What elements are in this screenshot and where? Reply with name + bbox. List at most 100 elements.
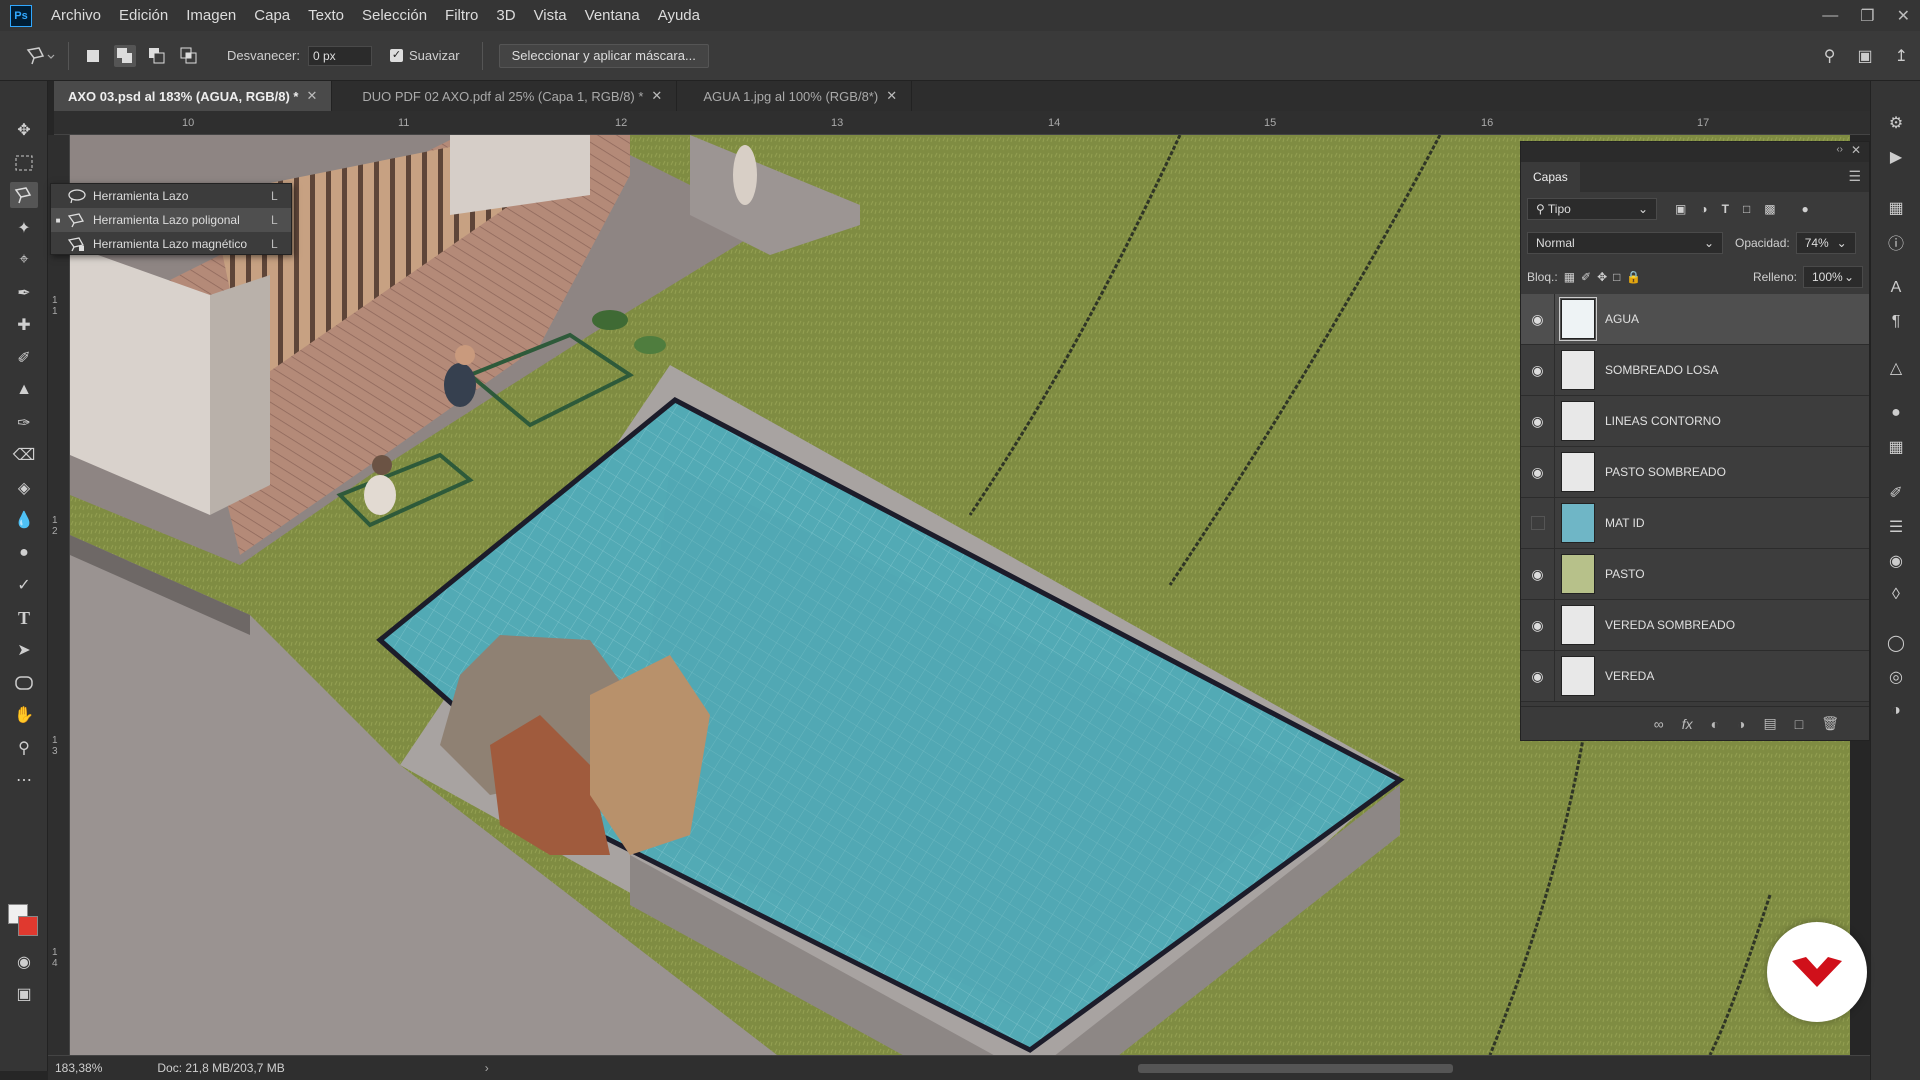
panel-menu-icon[interactable]: ☰ [1848,168,1861,185]
minimize-icon[interactable]: — [1822,7,1838,25]
close-tab-icon[interactable]: ✕ [651,88,662,104]
layer-row[interactable]: ◉ VEREDA SOMBREADO [1521,599,1869,651]
link-layers-icon[interactable]: ∞ [1654,716,1664,732]
properties-icon[interactable]: ▦ [1884,196,1908,220]
swatches-icon[interactable]: ▦ [1884,435,1908,459]
layer-row[interactable]: ◉ PASTO [1521,548,1869,600]
adjustments-icon[interactable]: ☰ [1884,515,1908,539]
visibility-eye-icon[interactable]: ◉ [1521,344,1555,396]
blur-icon[interactable]: 💧 [10,507,38,533]
new-selection-icon[interactable] [82,45,104,67]
tab-duo-pdf[interactable]: DUO PDF 02 AXO.pdf al 25% (Capa 1, RGB/8… [332,81,678,111]
add-selection-icon[interactable] [114,44,136,67]
menu-capa[interactable]: Capa [245,7,299,24]
layer-row[interactable]: ◉ AGUA [1521,294,1869,345]
polygonal-lasso-icon[interactable] [10,182,38,208]
healing-brush-icon[interactable]: ✚ [10,312,38,338]
filter-adjustment-icon[interactable]: ◑ [1700,202,1707,216]
horizontal-scrollbar[interactable] [1138,1064,1453,1073]
marquee-icon[interactable] [10,150,38,176]
close-panel-icon[interactable]: ✕ [1851,143,1861,157]
flyout-polygonal-lasso[interactable]: ■ Herramienta Lazo poligonal L [51,208,291,232]
lock-image-icon[interactable]: ✐ [1581,270,1591,284]
info-icon[interactable]: ⓘ [1884,230,1908,254]
select-and-mask-button[interactable]: Seleccionar y aplicar máscara... [498,43,709,68]
lock-transparent-icon[interactable]: ▦ [1564,270,1575,284]
lock-position-icon[interactable]: ✥ [1597,270,1607,284]
tab-agua1[interactable]: AGUA 1.jpg al 100% (RGB/8*) ✕ [677,81,913,111]
pen-icon[interactable]: ✓ [10,572,38,598]
eyedropper-icon[interactable]: ✒ [10,280,38,306]
layer-row[interactable]: ◉ VEREDA [1521,650,1869,702]
visibility-eye-icon[interactable]: ◉ [1521,395,1555,447]
subtract-selection-icon[interactable] [146,45,168,67]
flyout-lasso[interactable]: Herramienta Lazo L [51,184,291,208]
character-icon[interactable]: A [1884,276,1908,300]
screen-mode-icon[interactable]: ▣ [10,981,38,1007]
hand-icon[interactable]: ✋ [10,702,38,728]
path-selection-icon[interactable]: ➤ [10,637,38,663]
menu-ventana[interactable]: Ventana [576,7,649,24]
layer-row[interactable]: ◉ LINEAS CONTORNO [1521,395,1869,447]
channels-icon[interactable]: ◉ [1884,549,1908,573]
styles-icon[interactable]: ◑ [1884,699,1908,723]
visibility-eye-icon[interactable]: ◉ [1521,294,1555,345]
brushes-icon[interactable]: ✐ [1884,481,1908,505]
fx-icon[interactable]: fx [1682,716,1693,732]
filter-pixel-icon[interactable]: ▣ [1675,202,1686,216]
background-color-swatch[interactable] [18,916,38,936]
dodge-icon[interactable]: ● [10,540,38,566]
visibility-eye-icon[interactable]: ◉ [1521,446,1555,498]
paragraph-icon[interactable]: ¶ [1884,310,1908,334]
magic-wand-icon[interactable]: ✦ [10,215,38,241]
visibility-eye-icon[interactable]: ◉ [1521,599,1555,651]
layer-row[interactable]: ◉ PASTO SOMBREADO [1521,446,1869,498]
zoom-icon[interactable]: ⚲ [10,735,38,761]
filter-kind-dropdown[interactable]: ⚲ Tipo ⌄ [1527,198,1657,220]
visibility-eye-icon[interactable]: ◉ [1521,548,1555,600]
3d-icon[interactable]: △ [1884,356,1908,380]
tab-axo03[interactable]: AXO 03.psd al 183% (AGUA, RGB/8) * ✕ [54,81,333,111]
filter-shape-icon[interactable]: □ [1743,202,1750,216]
new-group-icon[interactable]: ▤ [1764,715,1777,732]
rectangle-shape-icon[interactable] [10,670,38,696]
intersect-selection-icon[interactable] [178,45,200,67]
more-tools-icon[interactable]: ⋯ [10,767,38,793]
type-icon[interactable]: T [10,605,38,631]
smooth-checkbox[interactable]: ✓ Suavizar [389,48,460,63]
collapse-icon[interactable]: ‹› [1836,144,1843,155]
quick-mask-icon[interactable]: ◉ [10,949,38,975]
tab-capas[interactable]: Capas [1521,162,1580,192]
lock-artboard-icon[interactable]: □ [1613,270,1620,284]
filter-smart-object-icon[interactable]: ▩ [1764,202,1775,216]
actions-play-icon[interactable]: ▶ [1884,145,1908,169]
adjustment-layer-icon[interactable]: ◑ [1737,716,1745,732]
tool-preset-picker[interactable] [20,41,60,71]
lock-all-icon[interactable]: 🔒 [1626,270,1641,284]
share-icon[interactable]: ↥ [1895,46,1908,66]
add-mask-icon[interactable]: ◐ [1711,716,1719,732]
brush-icon[interactable]: ✐ [10,345,38,371]
new-layer-icon[interactable]: □ [1795,716,1803,732]
status-menu-arrow[interactable]: › [485,1061,489,1075]
menu-imagen[interactable]: Imagen [177,7,245,24]
history-panel-icon[interactable]: ⚙ [1884,111,1908,135]
move-icon[interactable]: ✥ [10,117,38,143]
menu-vista[interactable]: Vista [525,7,576,24]
feather-input[interactable] [307,45,372,66]
visibility-off-box[interactable] [1521,497,1555,549]
filter-toggle-icon[interactable]: ● [1802,202,1809,216]
menu-texto[interactable]: Texto [299,7,353,24]
search-icon[interactable]: ⚲ [1824,46,1836,66]
color-icon[interactable]: ● [1884,401,1908,425]
blend-mode-dropdown[interactable]: Normal ⌄ [1527,232,1723,254]
paths-icon[interactable]: ◊ [1884,583,1908,607]
filter-type-icon[interactable]: T [1722,202,1729,216]
delete-layer-icon[interactable]: 🗑 [1821,715,1839,732]
fill-input[interactable]: 100% ⌄ [1803,266,1863,288]
close-window-icon[interactable]: ✕ [1897,6,1910,26]
paint-bucket-icon[interactable]: ◈ [10,475,38,501]
close-tab-icon[interactable]: ✕ [306,88,317,104]
close-tab-icon[interactable]: ✕ [886,88,897,104]
menu-ayuda[interactable]: Ayuda [649,7,709,24]
